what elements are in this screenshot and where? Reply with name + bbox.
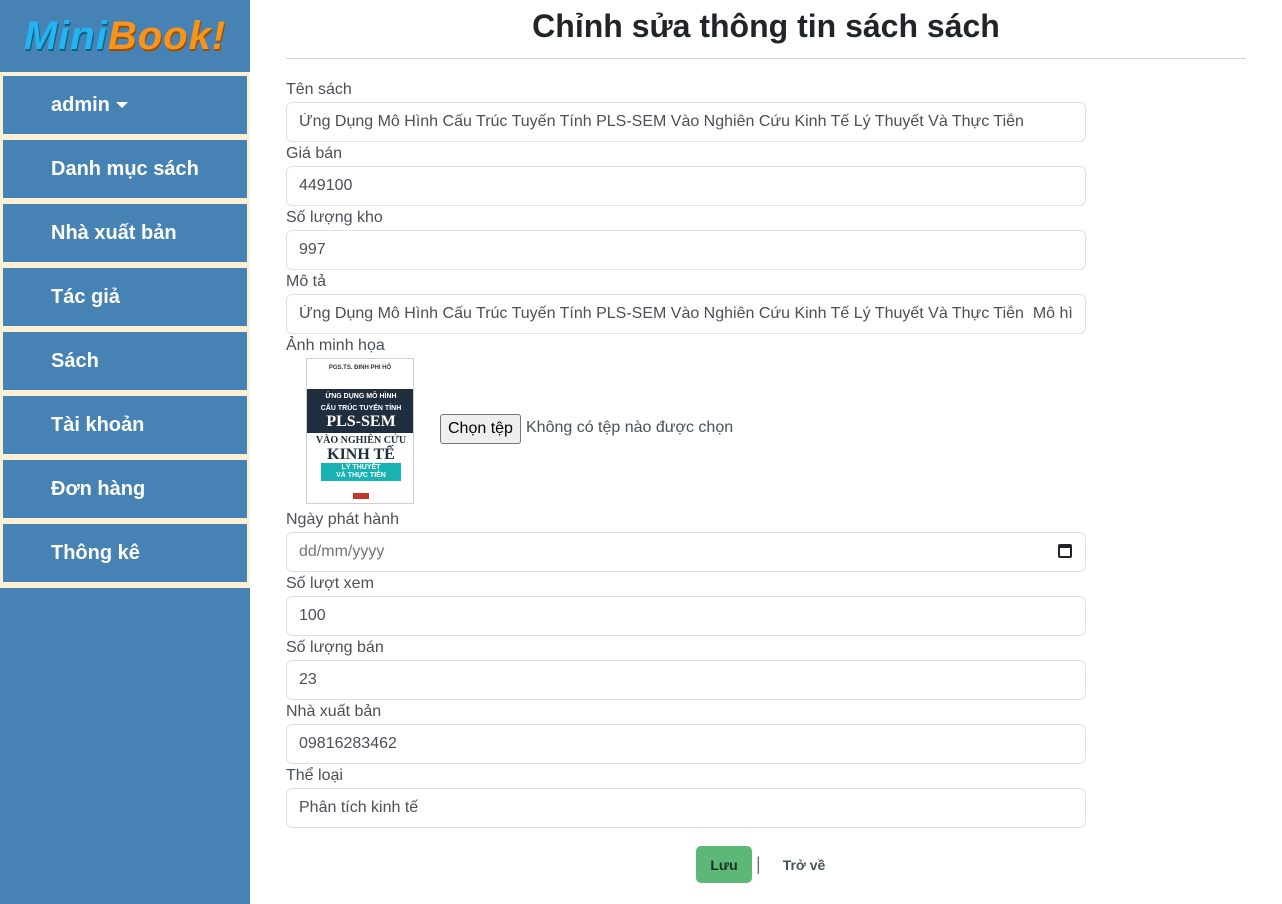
book-title-label: Tên sách — [286, 81, 352, 98]
logo-book: Book! — [107, 13, 227, 58]
stock-label: Số lượng kho — [286, 209, 383, 226]
sidebar-item-label: Nhà xuất bản — [51, 221, 177, 244]
book-title-input[interactable] — [286, 102, 1086, 142]
cover-line-2: CẤU TRÚC TUYẾN TÍNH — [320, 405, 402, 412]
stock-input[interactable] — [286, 230, 1086, 270]
file-status-text: Không có tệp nào được chọn — [526, 419, 734, 436]
sidebar-item-label: Tài khoản — [51, 413, 145, 436]
sidebar-item-label: admin — [51, 93, 110, 116]
sidebar-item-orders[interactable]: Đơn hàng — [3, 460, 247, 518]
publisher-input[interactable] — [286, 724, 1086, 764]
publisher-label: Nhà xuất bản — [286, 703, 382, 720]
choose-file-button[interactable]: Chọn tệp — [440, 414, 521, 444]
sidebar: MiniBook! admin Danh mục sách Nhà xuất b… — [0, 0, 250, 904]
stock-group: Số lượng kho — [286, 206, 1086, 270]
sidebar-item-books[interactable]: Sách — [3, 332, 247, 390]
sidebar-item-label: Tác giả — [51, 285, 120, 308]
main-content: Chỉnh sửa thông tin sách sách Tên sách G… — [286, 0, 1246, 883]
category-group: Thể loại — [286, 764, 1086, 828]
cover-line-1: ỨNG DỤNG MÔ HÌNH — [325, 393, 397, 400]
sidebar-item-label: Đơn hàng — [51, 477, 146, 500]
sold-group: Số lượng bán — [286, 636, 1086, 700]
sold-label: Số lượng bán — [286, 639, 384, 656]
sidebar-item-statistics[interactable]: Thông kê — [3, 524, 247, 582]
category-label: Thể loại — [286, 767, 343, 784]
release-date-wrapper — [286, 532, 1086, 572]
description-group: Mô tả — [286, 270, 1086, 334]
title-divider — [286, 58, 1246, 59]
sidebar-item-accounts[interactable]: Tài khoản — [3, 396, 247, 454]
views-input[interactable] — [286, 596, 1086, 636]
price-label: Giá bán — [286, 145, 343, 162]
sidebar-item-publishers[interactable]: Nhà xuất bản — [3, 204, 247, 262]
logo[interactable]: MiniBook! — [0, 0, 250, 72]
category-input[interactable] — [286, 788, 1086, 828]
release-date-label: Ngày phát hành — [286, 511, 399, 528]
sidebar-item-label: Sách — [51, 349, 99, 372]
caret-down-icon — [115, 102, 128, 108]
page-title: Chỉnh sửa thông tin sách sách — [532, 8, 1000, 44]
cover-subtitle-band: LÝ THUYẾT VÀ THỰC TIỄN — [321, 463, 401, 481]
sidebar-item-label: Thông kê — [51, 541, 140, 564]
release-date-group: Ngày phát hành — [286, 508, 1086, 572]
cover-mid: VÀO NGHIÊN CỨU KINH TẾ — [307, 435, 413, 464]
description-input[interactable] — [286, 294, 1086, 334]
publisher-group: Nhà xuất bản — [286, 700, 1086, 764]
cover-line-3: PLS-SEM — [326, 413, 396, 430]
calendar-icon[interactable] — [1058, 544, 1072, 558]
image-row: PGS.TS. ĐINH PHI HỔ ỨNG DỤNG MÔ HÌNH CẤU… — [286, 358, 1086, 504]
views-label: Số lượt xem — [286, 575, 374, 592]
image-label: Ảnh minh họa — [286, 337, 385, 354]
sidebar-item-categories[interactable]: Danh mục sách — [3, 140, 247, 198]
cover-line-7: VÀ THỰC TIỄN — [336, 472, 386, 479]
publisher-logo-icon — [353, 493, 369, 499]
cover-author: PGS.TS. ĐINH PHI HỔ — [328, 365, 392, 371]
release-date-input[interactable] — [286, 532, 1086, 572]
back-link[interactable]: Trở về — [783, 857, 826, 873]
cover-line-5: KINH TẾ — [327, 446, 395, 463]
book-title-group: Tên sách — [286, 78, 1086, 142]
description-label: Mô tả — [286, 273, 327, 290]
form-actions: Lưu | Trở về — [696, 846, 825, 883]
views-group: Số lượt xem — [286, 572, 1086, 636]
cover-line-6: LÝ THUYẾT — [341, 464, 381, 471]
save-button[interactable]: Lưu — [696, 846, 752, 883]
cover-top-band: ỨNG DỤNG MÔ HÌNH CẤU TRÚC TUYẾN TÍNH PLS… — [307, 389, 413, 433]
sidebar-item-label: Danh mục sách — [51, 157, 199, 180]
sidebar-item-authors[interactable]: Tác giả — [3, 268, 247, 326]
logo-mini: Mini — [23, 13, 108, 58]
sidebar-menu: admin Danh mục sách Nhà xuất bản Tác giả… — [0, 72, 250, 588]
sidebar-item-admin[interactable]: admin — [3, 76, 247, 134]
book-cover-image: PGS.TS. ĐINH PHI HỔ ỨNG DỤNG MÔ HÌNH CẤU… — [306, 358, 414, 504]
sold-input[interactable] — [286, 660, 1086, 700]
action-separator: | — [756, 854, 761, 874]
cover-line-4: VÀO NGHIÊN CỨU — [315, 435, 407, 446]
price-input[interactable] — [286, 166, 1086, 206]
image-label-group: Ảnh minh họa — [286, 334, 1086, 358]
price-group: Giá bán — [286, 142, 1086, 206]
